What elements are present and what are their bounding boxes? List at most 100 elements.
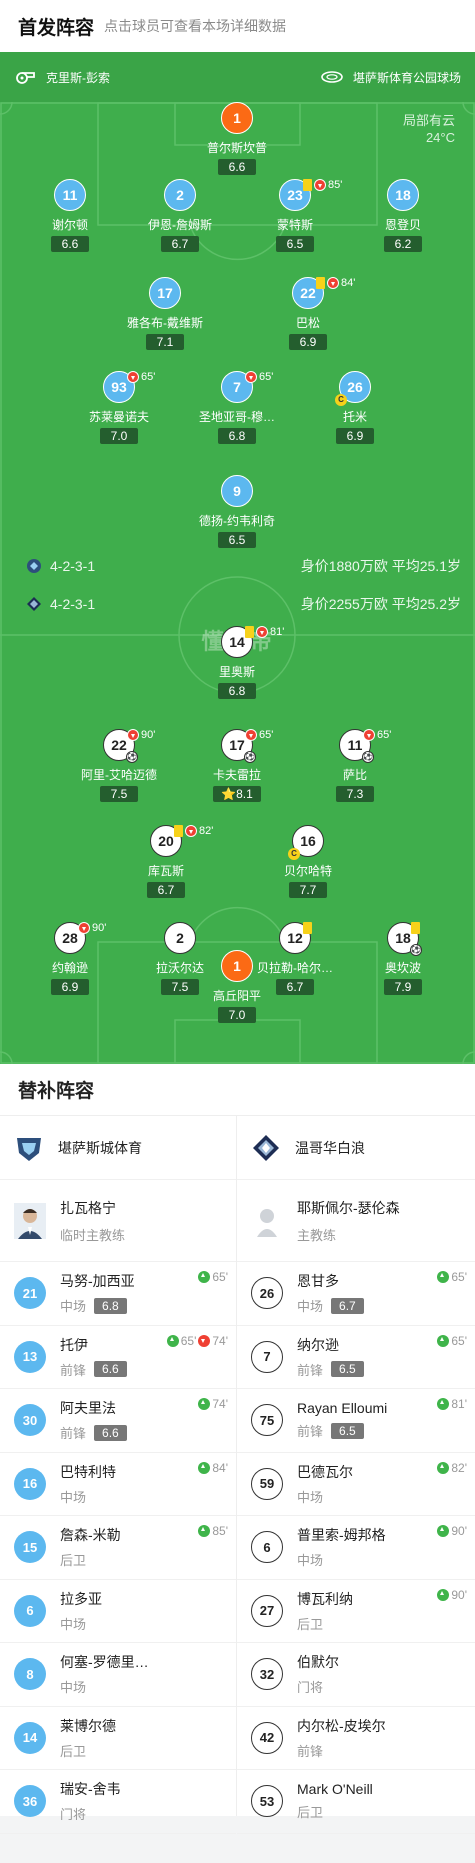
sub-number: 53	[251, 1785, 283, 1818]
sub-position-row: 后卫	[297, 1614, 353, 1633]
goal-icon: ⚽	[244, 751, 256, 763]
home-sub-row[interactable]: 15 詹森-米勒 后卫 85'	[0, 1516, 236, 1580]
sub-events: 65' 74'	[166, 1333, 228, 1348]
away-formation-row: 4-2-3-1 身价2255万欧 平均25.2岁	[0, 592, 475, 616]
sub-out-icon	[245, 729, 257, 741]
away-sub-row[interactable]: 75 Rayan Elloumi 前锋 6.5 81'	[237, 1389, 475, 1453]
away-player-3[interactable]: 11 ⚽ 65' 萨比 7.3	[300, 729, 410, 803]
sub-events: 90'	[437, 1524, 467, 1538]
home-player-2[interactable]: 2 伊恩-詹姆斯 6.7	[125, 179, 235, 253]
sub-info: Mark O'Neill 后卫	[297, 1781, 373, 1821]
sub-out-icon	[245, 371, 257, 383]
sub-number: 7	[251, 1340, 283, 1373]
sub-events: 84'	[198, 1461, 228, 1475]
home-player-9[interactable]: 26 C 托米 6.9	[300, 371, 410, 445]
sub-name: 内尔松-皮埃尔	[297, 1717, 386, 1734]
jersey-number: 11	[54, 179, 86, 211]
sub-info: 伯默尔 门将	[297, 1652, 339, 1696]
sub-in-time: 65'	[212, 1270, 228, 1284]
home-sub-row[interactable]: 6 拉多亚 中场	[0, 1580, 236, 1643]
home-player-8[interactable]: 7 65' 圣地亚哥-穆… 6.8	[182, 371, 292, 445]
away-sub-row[interactable]: 59 巴德瓦尔 中场 82'	[237, 1453, 475, 1516]
home-team-row[interactable]: 堪萨斯城体育	[0, 1116, 236, 1180]
home-player-6[interactable]: 22 84' 巴松 6.9	[253, 277, 363, 351]
home-coach-row[interactable]: 扎瓦格宁 临时主教练	[0, 1180, 236, 1262]
sub-events: 65'	[437, 1334, 467, 1348]
sub-info: 博瓦利纳 后卫	[297, 1589, 353, 1633]
sub-info: 纳尔逊 前锋 6.5	[297, 1335, 364, 1379]
away-team-row[interactable]: 温哥华白浪	[237, 1116, 475, 1180]
player-name: 苏莱曼诺夫	[88, 410, 149, 424]
goal-icon: ⚽	[410, 944, 422, 956]
away-player-5[interactable]: 16 C 贝尔哈特 7.7	[253, 825, 363, 899]
event-time: 84'	[341, 277, 356, 289]
event-time: 82'	[199, 825, 214, 837]
sub-in-icon	[437, 1461, 450, 1474]
jersey-number-text: 1	[233, 958, 241, 974]
away-sub-row[interactable]: 6 普里索-姆邦格 中场 90'	[237, 1516, 475, 1580]
away-player-6[interactable]: 28 90' 约翰逊 6.9	[15, 922, 125, 996]
sub-position: 后卫	[60, 1553, 87, 1569]
sub-in-time: 84'	[212, 1460, 228, 1475]
player-events: 82'	[174, 825, 213, 837]
away-sub-row[interactable]: 53 Mark O'Neill 后卫	[237, 1770, 475, 1834]
home-player-3[interactable]: 23 85' 蒙特斯 6.5	[240, 179, 350, 253]
sub-position: 后卫	[297, 1805, 324, 1821]
sub-number: 36	[14, 1785, 46, 1818]
sub-in-time: 74'	[212, 1397, 228, 1411]
home-sub-row[interactable]: 13 托伊 前锋 6.6 65' 74'	[0, 1326, 236, 1389]
home-formation: 4-2-3-1	[50, 558, 96, 574]
away-player-9[interactable]: 18 ⚽ 奥坎波 7.9	[348, 922, 458, 996]
home-player-5[interactable]: 17 雅各布-戴维斯 7.1	[110, 277, 220, 351]
home-sub-row[interactable]: 36 瑞安-舍韦 门将	[0, 1770, 236, 1834]
sub-name: 詹森-米勒	[60, 1527, 121, 1544]
event-time: 90'	[141, 729, 156, 741]
away-player-2[interactable]: 17 ⚽ 65' 卡夫雷拉 ⭐8.1	[182, 729, 292, 803]
away-sub-row[interactable]: 7 纳尔逊 前锋 6.5 65'	[237, 1326, 475, 1389]
away-player-4[interactable]: 20 82' 库瓦斯 6.7	[111, 825, 221, 899]
home-sub-row[interactable]: 21 马努-加西亚 中场 6.8 65'	[0, 1262, 236, 1326]
sub-name: 普里索-姆邦格	[297, 1527, 386, 1544]
player-rating: 7.0	[100, 428, 138, 444]
sub-in-time: 65'	[451, 1333, 467, 1348]
sub-in-time: 82'	[451, 1460, 467, 1475]
jersey-number-text: 20	[158, 833, 174, 849]
away-sub-row[interactable]: 42 内尔松-皮埃尔 前锋	[237, 1707, 475, 1770]
sub-in-time: 65'	[451, 1270, 467, 1284]
player-name: 恩登贝	[384, 218, 421, 232]
home-player-7[interactable]: 93 65' 苏莱曼诺夫 7.0	[64, 371, 174, 445]
away-player-1[interactable]: 22 ⚽ 90' 阿里-艾哈迈德 7.5	[64, 729, 174, 803]
sub-position: 中场	[60, 1299, 87, 1315]
home-sub-row[interactable]: 30 阿夫里法 前锋 6.6 74'	[0, 1389, 236, 1453]
sub-out-time: 74'	[212, 1333, 228, 1348]
home-player-4[interactable]: 18 恩登贝 6.2	[348, 179, 458, 253]
sub-events: 65'	[437, 1270, 467, 1284]
home-sub-row[interactable]: 16 巴特利特 中场 84'	[0, 1453, 236, 1516]
home-player-1[interactable]: 11 谢尔顿 6.6	[15, 179, 125, 253]
away-sub-row[interactable]: 26 恩甘多 中场 6.7 65'	[237, 1262, 475, 1326]
home-player-0[interactable]: 1 普尔斯坎普 6.6	[182, 102, 292, 176]
home-player-10[interactable]: 9 德扬-约韦利奇 6.5	[182, 475, 292, 549]
sub-position: 中场	[297, 1553, 324, 1569]
home-sub-row[interactable]: 8 何塞-罗德里… 中场	[0, 1643, 236, 1707]
weather: 局部有云 24°C	[403, 112, 455, 146]
player-rating: 6.9	[289, 334, 327, 350]
player-events: 65'	[245, 729, 273, 741]
subs-panel: 堪萨斯城体育 扎瓦格宁 临时主教练 21 马努-加西亚 中场 6.8 65' 13 托伊 前锋…	[0, 1116, 475, 1834]
player-events: 90'	[127, 729, 155, 741]
sub-name: 马努-加西亚	[60, 1273, 135, 1290]
away-sub-row[interactable]: 27 博瓦利纳 后卫 90'	[237, 1580, 475, 1643]
sub-name: 托伊	[60, 1336, 88, 1353]
away-player-10[interactable]: 1 高丘阳平 7.0	[182, 950, 292, 1024]
home-team-name: 堪萨斯城体育	[58, 1139, 142, 1156]
sub-out-icon	[314, 179, 326, 191]
away-player-0[interactable]: 14 81' 里奥斯 6.8	[182, 626, 292, 700]
away-sub-row[interactable]: 32 伯默尔 门将	[237, 1643, 475, 1707]
player-rating: 7.9	[384, 979, 422, 995]
home-sub-row[interactable]: 14 莱博尔德 后卫	[0, 1707, 236, 1770]
sub-position-row: 前锋	[297, 1741, 386, 1760]
away-coach-row[interactable]: 耶斯佩尔-瑟伦森 主教练	[237, 1180, 475, 1262]
goal-icon: ⚽	[362, 751, 374, 763]
sub-position: 前锋	[60, 1426, 87, 1442]
jersey-number-text: 1	[233, 110, 241, 126]
